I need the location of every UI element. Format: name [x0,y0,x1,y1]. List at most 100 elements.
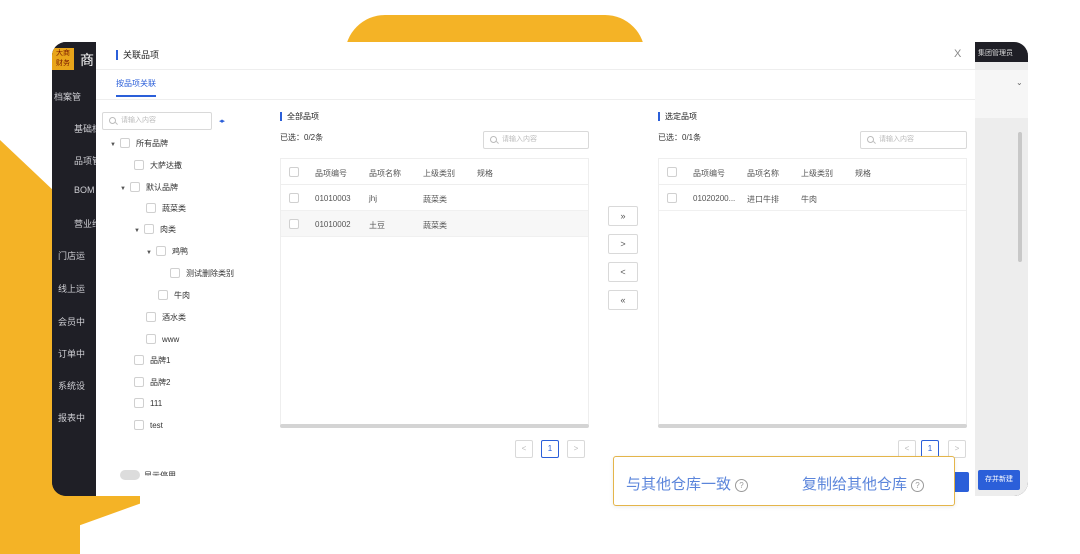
option-label: 与其他仓库一致 [626,476,732,493]
prev-page-button[interactable]: < [515,440,533,458]
copy-to-other-warehouse-option[interactable]: 复制给其他仓库? [802,473,925,494]
page-number-button[interactable]: 1 [541,440,559,458]
column-header[interactable]: 规格 [477,168,493,179]
tree-node[interactable]: 品牌2 [134,377,170,391]
same-as-other-warehouse-option[interactable]: 与其他仓库一致? [626,473,749,494]
checkbox[interactable] [134,398,144,408]
sidebar-item-archive[interactable]: 档案管 [54,90,81,103]
column-header[interactable]: 品项编号 [315,168,347,179]
help-icon[interactable]: ? [735,479,749,492]
tree-node-label: 肉类 [160,225,176,234]
tab-link-by-item[interactable]: 按品项关联 [116,78,156,97]
select-all-checkbox[interactable] [667,167,677,177]
checkbox[interactable] [146,312,156,322]
sidebar-item-system[interactable]: 系统设 [58,379,85,392]
next-page-button[interactable]: > [567,440,585,458]
app-logo: 大商 财务 [52,48,74,70]
row-checkbox[interactable] [667,193,677,203]
option-label: 复制给其他仓库 [802,476,908,493]
tree-node[interactable]: www [146,334,179,348]
sidebar-item-order[interactable]: 订单中 [58,347,85,360]
chevron-down-icon[interactable]: ⌄ [1016,78,1023,87]
table-scrollbar[interactable] [280,424,589,428]
warehouse-options-popover: 与其他仓库一致? 复制给其他仓库? [613,456,955,506]
sidebar-item-report[interactable]: 报表中 [58,411,85,424]
tree-node-label: www [162,335,180,344]
close-icon[interactable]: X [954,48,961,60]
item-category: 蔬菜类 [423,221,447,230]
checkbox[interactable] [158,290,168,300]
caret-down-icon[interactable]: ▼ [110,139,120,151]
checkbox[interactable] [144,224,154,234]
table-row[interactable]: 01010002 土豆 蔬菜类 [281,211,588,237]
move-left-button[interactable]: < [608,262,638,282]
help-icon[interactable]: ? [911,479,925,492]
checkbox[interactable] [146,203,156,213]
tree-node-label: 鸡鸭 [172,247,188,256]
table-header: 品项编号 品项名称 上级类别 规格 [281,159,588,185]
table-scrollbar[interactable] [658,424,967,428]
checkbox[interactable] [134,355,144,365]
column-header[interactable]: 品项名称 [747,168,779,179]
tree-node[interactable]: 品牌1 [134,355,170,369]
column-header[interactable]: 品项名称 [369,168,401,179]
checkbox[interactable] [120,138,130,148]
move-all-right-button[interactable]: » [608,206,638,226]
save-and-new-button[interactable]: 存并新建 [978,470,1020,490]
search-placeholder: 请输入内容 [879,136,914,143]
tree-node[interactable]: 大萨达撒 [134,160,182,174]
confirm-button-edge[interactable] [955,472,969,492]
caret-down-icon[interactable]: ▼ [120,183,130,195]
tree-node[interactable]: 测试删除类别 [170,268,234,282]
app-title: 商 [80,52,94,68]
table-row[interactable]: 01010003 jhj 蔬菜类 [281,185,588,211]
tree-search-input[interactable]: 请输入内容 [102,112,212,130]
column-header[interactable]: 规格 [855,168,871,179]
expand-collapse-icon[interactable]: ◂▸ [219,117,225,125]
column-header[interactable]: 上级类别 [423,168,455,179]
checkbox[interactable] [170,268,180,278]
tree-node[interactable]: 111 [134,398,162,412]
column-header[interactable]: 上级类别 [801,168,833,179]
move-all-left-button[interactable]: « [608,290,638,310]
tree-node[interactable]: test [134,420,163,434]
tree-node-label: 大萨达撒 [150,161,182,170]
table-row[interactable]: 01020200... 进口牛排 牛肉 [659,185,966,211]
user-label[interactable]: 集团管理员 [972,42,1028,62]
row-checkbox[interactable] [289,219,299,229]
search-placeholder: 请输入内容 [121,117,156,124]
tree-node[interactable]: ▼ 所有品牌 [110,138,168,152]
tree-node[interactable]: 牛肉 [158,290,190,304]
caret-down-icon[interactable]: ▼ [134,225,144,237]
selected-items-count: 已选：0/1条 [658,133,702,142]
selected-items-search-input[interactable]: 请输入内容 [860,131,967,149]
checkbox[interactable] [146,334,156,344]
move-right-button[interactable]: > [608,234,638,254]
tree-node-label: 品牌1 [150,356,171,365]
select-all-checkbox[interactable] [289,167,299,177]
tree-node[interactable]: ▼ 肉类 [134,224,176,238]
checkbox[interactable] [134,160,144,170]
row-checkbox[interactable] [289,193,299,203]
sidebar-item-bom[interactable]: BOM [74,185,95,195]
tree-node[interactable]: 蔬菜类 [146,203,186,217]
tree-node[interactable]: ▼ 默认品牌 [120,182,178,196]
sidebar-item-member[interactable]: 会员中 [58,315,85,328]
tree-node[interactable]: 酒水类 [146,312,186,326]
item-code: 01020200... [693,194,736,203]
checkbox[interactable] [156,246,166,256]
checkbox[interactable] [130,182,140,192]
tree-node-label: 默认品牌 [146,183,178,192]
search-icon [490,136,497,143]
show-disabled-toggle[interactable] [120,470,140,480]
sidebar-item-store[interactable]: 门店运 [58,249,85,262]
sidebar-item-online[interactable]: 线上运 [58,282,85,295]
column-header[interactable]: 品项编号 [693,168,725,179]
selected-items-title: 选定品项 [658,112,697,121]
page-scrollbar[interactable] [1018,132,1022,262]
tree-node[interactable]: ▼ 鸡鸭 [146,246,188,260]
checkbox[interactable] [134,420,144,430]
checkbox[interactable] [134,377,144,387]
caret-down-icon[interactable]: ▼ [146,247,156,259]
all-items-search-input[interactable]: 请输入内容 [483,131,589,149]
